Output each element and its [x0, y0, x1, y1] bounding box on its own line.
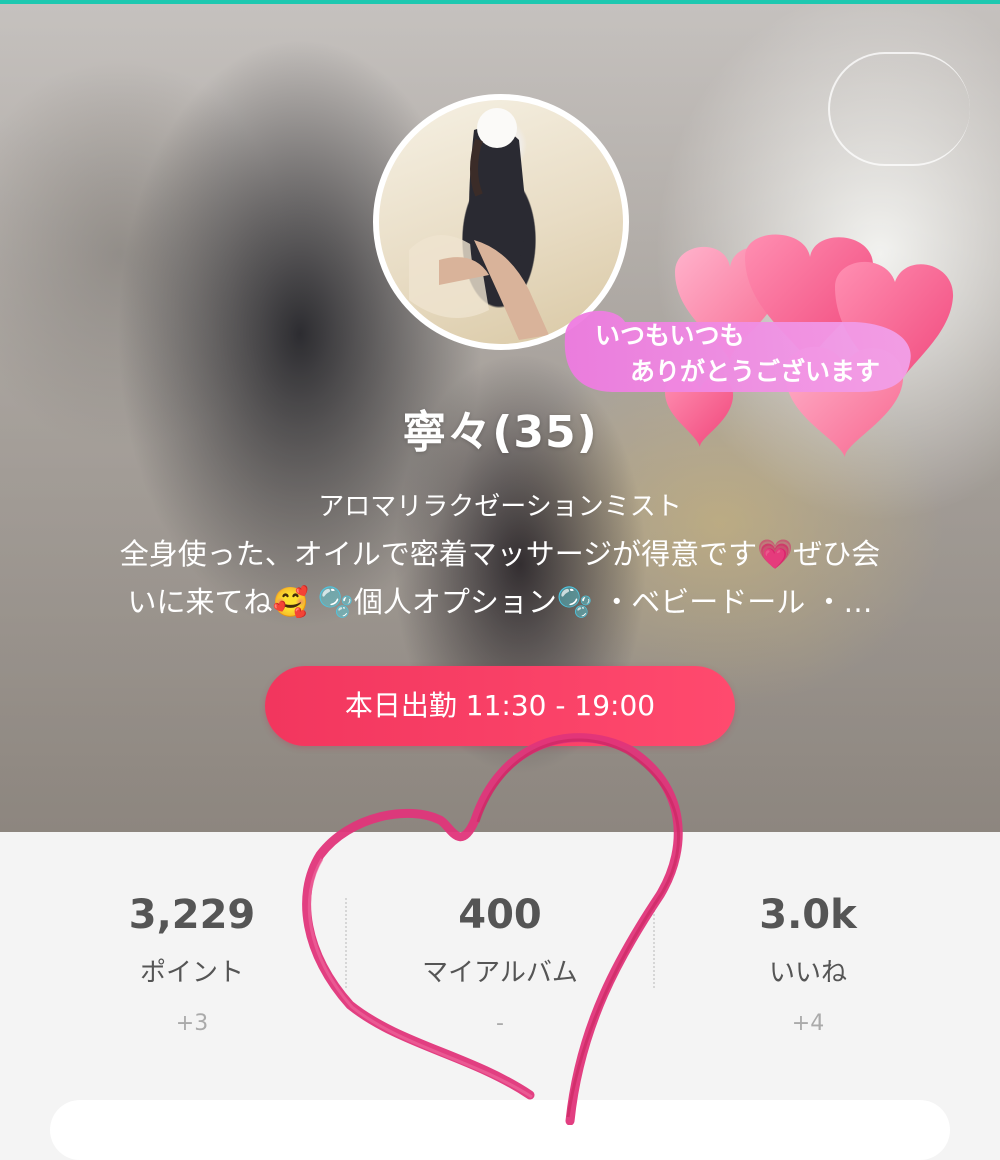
- stat-label: ポイント: [139, 958, 244, 988]
- stat-value: 400: [458, 892, 542, 938]
- bio-line-2: いに来てね🥰 🫧個人オプション🫧 ・ベビードール ・…: [127, 585, 873, 619]
- sticker-text-line1: いつもいつも: [595, 321, 745, 350]
- stat-delta: +4: [791, 1011, 825, 1036]
- stat-value: 3,229: [128, 892, 256, 938]
- stat-likes[interactable]: 3.0k いいね +4: [658, 892, 958, 1036]
- stat-value: 3.0k: [759, 892, 857, 938]
- bio-line-1: 全身使った、オイルで密着マッサージが得意です💗ぜひ会: [119, 537, 881, 571]
- profile-bio: 全身使った、オイルで密着マッサージが得意です💗ぜひ会 いに来てね🥰 🫧個人オプシ…: [50, 530, 950, 626]
- stat-my-album[interactable]: 400 マイアルバム -: [350, 892, 650, 1036]
- stat-label: いいね: [768, 958, 847, 988]
- profile-name: 寧々(35): [402, 407, 598, 458]
- stat-label: マイアルバム: [422, 958, 578, 988]
- stat-delta: -: [496, 1011, 504, 1036]
- stats-panel: 3,229 ポイント +3 400 マイアルバム - 3.0k いいね +4: [0, 832, 1000, 1121]
- corner-ring-decoration: [828, 52, 970, 166]
- shift-today-button[interactable]: 本日出勤 11:30 - 19:00: [265, 666, 735, 746]
- stat-delta: +3: [175, 1011, 209, 1036]
- bottom-card: [50, 1100, 950, 1160]
- profile-hero: いつもいつも ありがとうございます 寧々(35) アロマリラクゼーションミスト …: [0, 4, 1000, 832]
- sticker-text-line2: ありがとうございます: [630, 357, 880, 386]
- stat-divider: [345, 898, 347, 988]
- stat-points[interactable]: 3,229 ポイント +3: [42, 892, 342, 1036]
- stat-divider: [653, 898, 655, 988]
- profile-role: アロマリラクゼーションミスト: [318, 492, 682, 522]
